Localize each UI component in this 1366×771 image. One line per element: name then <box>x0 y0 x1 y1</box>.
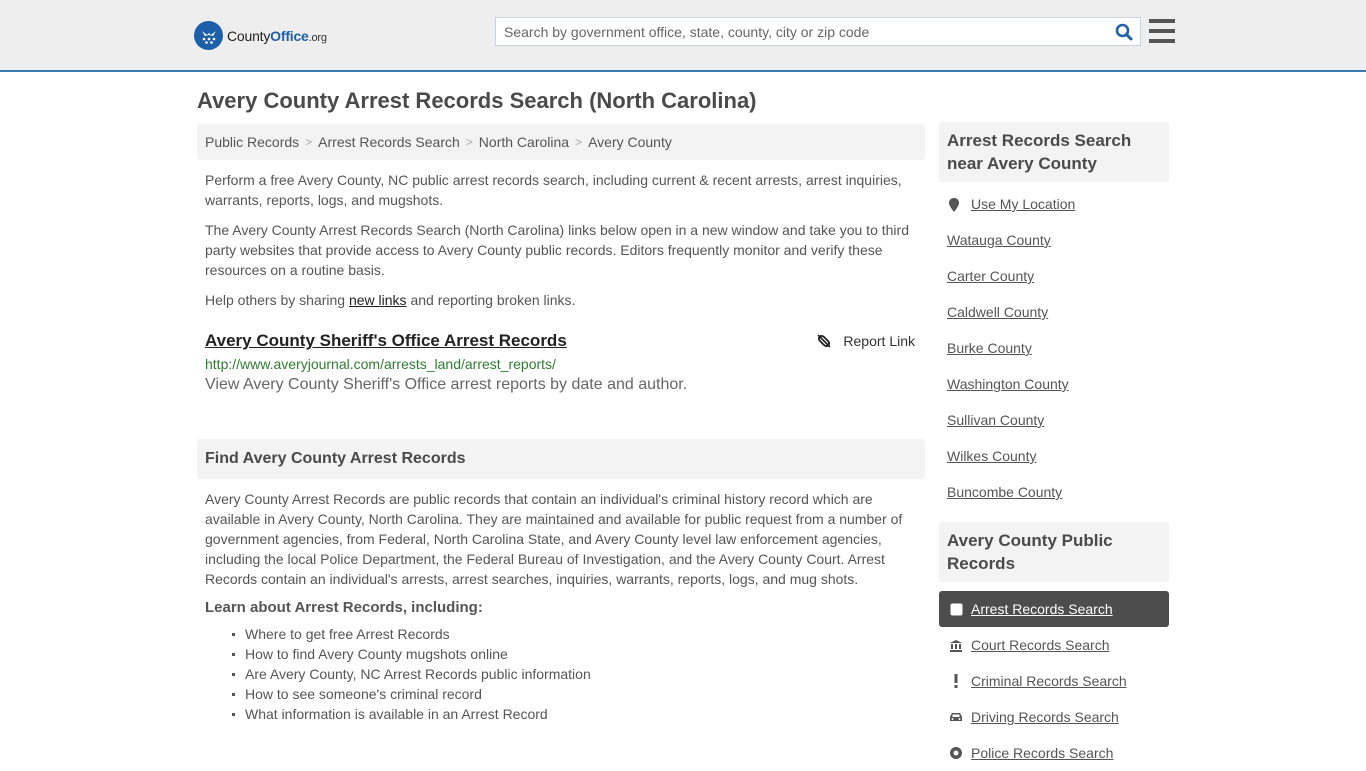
breadcrumb-public-records[interactable]: Public Records <box>205 134 299 150</box>
logo-wordmark: CountyOffice.org <box>227 27 327 44</box>
learn-item: How to find Avery County mugshots online <box>232 644 925 664</box>
disclaimer-paragraph: The Avery County Arrest Records Search (… <box>205 222 909 278</box>
learn-item: Are Avery County, NC Arrest Records publ… <box>232 664 925 684</box>
car-icon <box>949 711 963 723</box>
breadcrumb-arrest-records-search[interactable]: Arrest Records Search <box>318 134 460 150</box>
nearby-county-link[interactable]: Carter County <box>947 268 1034 284</box>
courthouse-icon <box>949 639 963 652</box>
search-button[interactable] <box>1108 18 1140 45</box>
nearby-county-link[interactable]: Watauga County <box>947 232 1051 248</box>
site-header: CountyOffice.org <box>0 0 1366 72</box>
map-pin-icon <box>949 198 959 212</box>
learn-item: How to see someone's criminal record <box>232 684 925 704</box>
learn-list: Where to get free Arrest Records How to … <box>197 624 925 724</box>
exclamation-icon <box>949 674 963 688</box>
menu-bar <box>1149 19 1175 23</box>
record-type-item-police: Police Records Search <box>939 735 1169 771</box>
search-input[interactable] <box>496 18 1108 45</box>
listing-url[interactable]: http://www.averyjournal.com/arrests_land… <box>205 356 917 372</box>
use-my-location-link[interactable]: Use My Location <box>971 196 1075 212</box>
nearby-county-link[interactable]: Buncombe County <box>947 484 1062 500</box>
police-icon <box>949 746 963 760</box>
report-link-button[interactable]: Report Link <box>816 333 915 349</box>
record-type-item-court: Court Records Search <box>939 627 1169 663</box>
site-logo[interactable]: CountyOffice.org <box>194 21 327 50</box>
nearby-list: Use My Location Watauga County Carter Co… <box>939 196 1169 520</box>
breadcrumb-avery-county[interactable]: Avery County <box>588 134 672 150</box>
nearby-county-link[interactable]: Wilkes County <box>947 448 1036 464</box>
nearby-county-link[interactable]: Caldwell County <box>947 304 1048 320</box>
share-text-end: and reporting broken links. <box>406 292 576 308</box>
nearby-county-item: Washington County <box>947 376 1169 412</box>
record-type-item-driving: Driving Records Search <box>939 699 1169 735</box>
square-icon <box>949 603 963 616</box>
nearby-county-item: Buncombe County <box>947 484 1169 520</box>
driving-records-search-link[interactable]: Driving Records Search <box>971 709 1119 725</box>
learn-item: What information is available in an Arre… <box>232 704 925 724</box>
nearby-county-item: Caldwell County <box>947 304 1169 340</box>
menu-bar <box>1149 29 1175 33</box>
criminal-records-search-link[interactable]: Criminal Records Search <box>971 673 1127 689</box>
nearby-county-item: Burke County <box>947 340 1169 376</box>
main-content: Public Records > Arrest Records Search >… <box>197 124 925 724</box>
record-type-item-criminal: Criminal Records Search <box>939 663 1169 699</box>
breadcrumb-separator: > <box>575 135 583 149</box>
record-type-item-arrest: Arrest Records Search <box>939 591 1169 627</box>
nearby-heading: Arrest Records Search near Avery County <box>939 122 1169 182</box>
public-records-list: Arrest Records Search Court Records Sear… <box>939 591 1169 771</box>
nearby-county-link[interactable]: Washington County <box>947 376 1069 392</box>
nearby-county-item: Sullivan County <box>947 412 1169 448</box>
use-location-item: Use My Location <box>947 196 1169 232</box>
listing-title-link[interactable]: Avery County Sheriff's Office Arrest Rec… <box>205 331 567 351</box>
find-records-heading: Find Avery County Arrest Records <box>197 439 925 479</box>
nearby-county-link[interactable]: Burke County <box>947 340 1032 356</box>
share-text: Help others by sharing <box>205 292 349 308</box>
listing-description: View Avery County Sheriff's Office arres… <box>205 376 688 393</box>
nearby-county-link[interactable]: Sullivan County <box>947 412 1044 428</box>
public-records-heading: Avery County Public Records <box>939 522 1169 582</box>
breadcrumb-separator: > <box>305 135 313 149</box>
intro-paragraph: Perform a free Avery County, NC public a… <box>205 172 902 208</box>
nearby-county-item: Wilkes County <box>947 448 1169 484</box>
arrest-records-search-link[interactable]: Arrest Records Search <box>971 601 1113 617</box>
menu-bar <box>1149 39 1175 43</box>
court-records-search-link[interactable]: Court Records Search <box>971 637 1110 653</box>
hamburger-menu-button[interactable] <box>1149 19 1175 43</box>
broken-link-icon <box>817 334 831 348</box>
new-links-link[interactable]: new links <box>349 292 407 308</box>
breadcrumb-north-carolina[interactable]: North Carolina <box>479 134 569 150</box>
learn-heading: Learn about Arrest Records, including: <box>205 599 483 616</box>
sidebar: Arrest Records Search near Avery County … <box>939 122 1169 771</box>
learn-item: Where to get free Arrest Records <box>232 624 925 644</box>
breadcrumb-separator: > <box>465 135 473 149</box>
search-bar <box>495 17 1141 46</box>
nearby-county-item: Watauga County <box>947 232 1169 268</box>
eagle-logo-icon <box>194 21 223 50</box>
breadcrumb: Public Records > Arrest Records Search >… <box>197 124 925 160</box>
share-paragraph: Help others by sharing new links and rep… <box>197 290 925 310</box>
find-records-body: Avery County Arrest Records are public r… <box>205 491 903 587</box>
page-title: Avery County Arrest Records Search (Nort… <box>197 88 757 113</box>
search-icon <box>1115 23 1133 40</box>
police-records-search-link[interactable]: Police Records Search <box>971 745 1113 761</box>
nearby-county-item: Carter County <box>947 268 1169 304</box>
report-link-label: Report Link <box>843 333 915 349</box>
record-listing: Avery County Sheriff's Office Arrest Rec… <box>197 331 925 394</box>
